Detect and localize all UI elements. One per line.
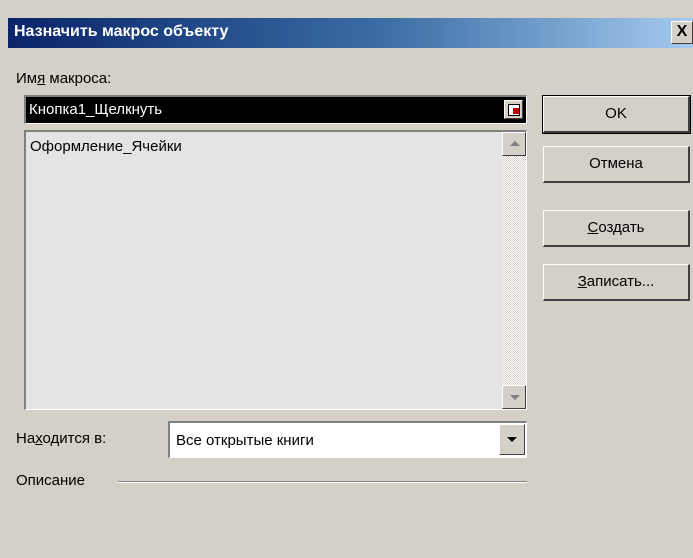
- create-button[interactable]: Создать: [543, 210, 690, 247]
- record-button[interactable]: Записать...: [543, 264, 690, 301]
- scroll-up-button[interactable]: [502, 132, 526, 156]
- macro-name-value: Кнопка1_Щелкнуть: [29, 101, 163, 118]
- vertical-scrollbar[interactable]: [502, 132, 526, 409]
- scroll-down-button[interactable]: [502, 385, 526, 409]
- list-item[interactable]: Оформление_Ячейки: [30, 138, 182, 155]
- ok-button[interactable]: OK: [542, 95, 691, 134]
- macro-name-input[interactable]: Кнопка1_Щелкнуть: [24, 95, 527, 124]
- location-select[interactable]: Все открытые книги: [168, 421, 527, 458]
- arrow-up-icon: [510, 141, 520, 146]
- macro-list[interactable]: Оформление_Ячейки: [24, 130, 527, 410]
- chevron-down-icon: [507, 437, 517, 442]
- macro-name-label: Имя макроса:: [16, 70, 112, 87]
- description-label: Описание: [16, 472, 86, 489]
- dialog-title: Назначить макрос объекту: [14, 23, 229, 40]
- title-bar: Назначить макрос объекту X: [8, 18, 693, 48]
- location-label: Находится в:: [16, 430, 107, 447]
- cancel-button[interactable]: Отмена: [543, 146, 690, 183]
- collapse-dialog-button[interactable]: [504, 100, 523, 119]
- close-button[interactable]: X: [671, 21, 693, 44]
- arrow-down-icon: [510, 395, 520, 400]
- close-icon: X: [676, 23, 688, 40]
- location-value: Все открытые книги: [176, 432, 314, 449]
- description-divider: [118, 481, 527, 483]
- location-dropdown-button[interactable]: [499, 424, 525, 455]
